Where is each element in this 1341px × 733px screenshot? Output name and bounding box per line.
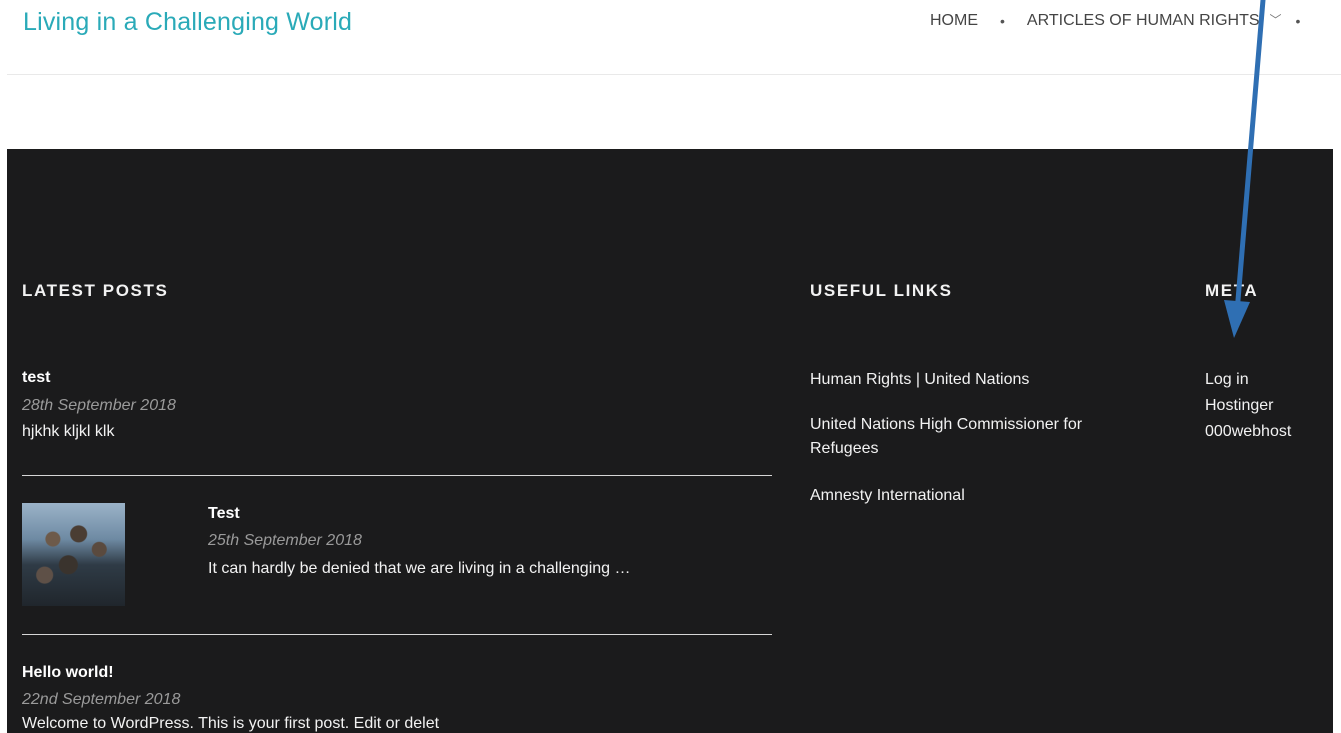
post-date: 25th September 2018 bbox=[208, 532, 362, 549]
post-divider bbox=[22, 634, 772, 635]
meta-link-hostinger[interactable]: Hostinger bbox=[1205, 394, 1273, 418]
post-date: 22nd September 2018 bbox=[22, 691, 181, 708]
primary-nav: HOME • ARTICLES OF HUMAN RIGHTS ﹀ • bbox=[930, 12, 1300, 30]
post-title-link[interactable]: Hello world! bbox=[22, 664, 114, 682]
post-date: 28th September 2018 bbox=[22, 397, 176, 414]
nav-item-home[interactable]: HOME bbox=[930, 12, 978, 30]
post-excerpt: It can hardly be denied that we are livi… bbox=[208, 560, 631, 577]
meta-link-log-in[interactable]: Log in bbox=[1205, 368, 1249, 392]
useful-links-heading: USEFUL LINKS bbox=[810, 281, 953, 300]
post-excerpt: hjkhk kljkl klk bbox=[22, 423, 115, 440]
link-amnesty-international[interactable]: Amnesty International bbox=[810, 484, 965, 508]
nav-item-label: ARTICLES OF HUMAN RIGHTS bbox=[1026, 12, 1260, 29]
site-footer: LATEST POSTS test 28th September 2018 hj… bbox=[7, 149, 1333, 733]
site-header: Living in a Challenging World HOME • ART… bbox=[0, 0, 1341, 75]
nav-separator-dot: • bbox=[1000, 13, 1005, 29]
site-title-link[interactable]: Living in a Challenging World bbox=[23, 8, 352, 37]
link-unhcr[interactable]: United Nations High Commissioner for Ref… bbox=[810, 413, 1150, 461]
post-title-link[interactable]: test bbox=[22, 369, 50, 387]
nav-item-articles-of-human-rights[interactable]: ARTICLES OF HUMAN RIGHTS ﹀ bbox=[1027, 12, 1282, 30]
chevron-down-icon[interactable]: ﹀ bbox=[1270, 11, 1282, 28]
post-title-link[interactable]: Test bbox=[208, 505, 240, 523]
meta-heading: META bbox=[1205, 281, 1259, 300]
nav-separator-dot: • bbox=[1295, 13, 1301, 29]
post-divider bbox=[22, 475, 772, 476]
link-human-rights-united-nations[interactable]: Human Rights | United Nations bbox=[810, 368, 1029, 392]
post-thumbnail-image[interactable] bbox=[22, 503, 125, 606]
post-excerpt: Welcome to WordPress. This is your first… bbox=[22, 715, 440, 732]
header-divider bbox=[7, 74, 1341, 75]
meta-link-000webhost[interactable]: 000webhost bbox=[1205, 420, 1291, 444]
latest-posts-heading: LATEST POSTS bbox=[22, 281, 169, 300]
